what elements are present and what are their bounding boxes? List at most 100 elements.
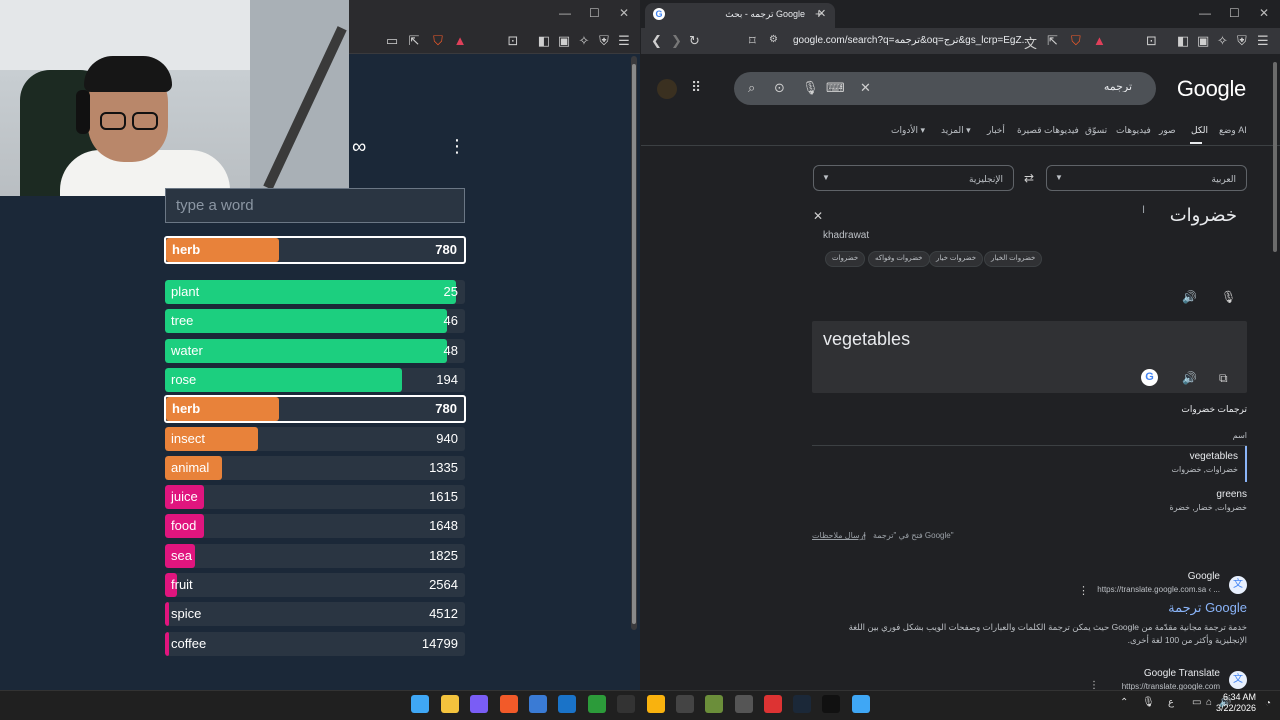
app-icon[interactable] [647, 695, 665, 713]
copy-icon[interactable]: ⧉ [1219, 371, 1228, 386]
result1-site[interactable]: Google [1188, 571, 1220, 582]
forward-icon[interactable]: ❯ [671, 33, 682, 49]
notifications-icon[interactable]: ◔ [1265, 698, 1271, 709]
word-input[interactable] [165, 188, 465, 223]
left-scrollbar-thumb[interactable] [632, 64, 636, 624]
minimize-icon[interactable]: — [1199, 6, 1211, 20]
share-icon[interactable]: ⇱ [406, 33, 422, 49]
search-box[interactable] [734, 72, 1156, 105]
brave-rewards-icon[interactable]: ▲ [452, 33, 468, 49]
google-g-icon[interactable]: G [1141, 369, 1158, 386]
target-listen-icon[interactable]: 🔊 [1182, 371, 1197, 385]
suggestion-chip[interactable]: خضروات [825, 251, 866, 267]
minimize-icon[interactable]: — [559, 6, 571, 20]
bookmark-icon[interactable]: ⌑ [749, 33, 756, 49]
tray-display-icon[interactable]: ▭ [1192, 697, 1201, 708]
brave-rewards-icon[interactable]: ▲ [1093, 33, 1106, 48]
search-tab[interactable]: وضع AI [1219, 125, 1247, 136]
store-icon[interactable] [529, 695, 547, 713]
network-icon[interactable]: ⌂ [1206, 697, 1212, 708]
translation-word[interactable]: vegetables [1190, 451, 1238, 462]
clear-source-icon[interactable]: ✕ [813, 209, 823, 223]
target-language-select[interactable]: الإنجليزية ▼ [813, 165, 1014, 191]
close-icon[interactable]: ✕ [619, 6, 629, 20]
minecraft-icon[interactable] [705, 695, 723, 713]
vpn-icon[interactable]: ⛨ [596, 33, 612, 49]
search-input[interactable] [872, 80, 1132, 92]
extensions-icon[interactable]: ✧ [576, 33, 592, 49]
wallet-icon[interactable]: ▣ [556, 33, 572, 49]
photos-icon[interactable] [852, 695, 870, 713]
brave-shield-icon[interactable]: ⛉ [1071, 33, 1081, 49]
clear-search-icon[interactable]: ✕ [860, 80, 871, 96]
search-tab[interactable]: الأدوات ▾ [891, 125, 925, 136]
open-in-translate-link[interactable]: فتح في "ترجمة Google" [873, 531, 954, 540]
feedback-link[interactable]: إرسال ملاحظات [812, 531, 866, 540]
search-icon[interactable]: ⌕ [748, 80, 755, 96]
back-icon[interactable]: ❮ [651, 33, 662, 49]
suggestion-chip[interactable]: خضروات الخيار [984, 251, 1043, 267]
source-language-select[interactable]: العربية ▼ [1046, 165, 1247, 191]
result1-url[interactable]: https://translate.google.com.sa ‹ ... [1097, 585, 1220, 594]
more-vert-icon[interactable]: ⋮ [448, 136, 466, 157]
cast-icon[interactable]: ▭ [384, 33, 400, 49]
maximize-icon[interactable]: ☐ [589, 6, 600, 20]
suggestion-chip[interactable]: خضروات وفواكه [868, 251, 930, 267]
right-scrollbar-thumb[interactable] [1273, 62, 1277, 252]
share-icon[interactable]: ⇱ [1047, 33, 1058, 49]
app-icon[interactable] [676, 695, 694, 713]
app-icon[interactable] [764, 695, 782, 713]
source-listen-icon[interactable]: 🔊 [1182, 290, 1197, 304]
lens-icon[interactable]: ⊙ [774, 80, 785, 96]
file-explorer-icon[interactable] [441, 695, 459, 713]
site-info-icon[interactable]: ⚙ [769, 34, 778, 45]
screenshot-icon[interactable]: ⊡ [1146, 33, 1157, 49]
translate-page-icon[interactable]: 文 [1024, 33, 1037, 52]
search-tab[interactable]: الكل [1191, 125, 1208, 136]
brave-icon[interactable] [500, 695, 518, 713]
result2-more-icon[interactable]: ⋮ [1089, 680, 1099, 690]
swap-languages-icon[interactable]: ⇄ [1024, 171, 1034, 185]
outlook-icon[interactable] [558, 695, 576, 713]
m365-icon[interactable] [470, 695, 488, 713]
browser-tab[interactable]: G ترجمه - بحث Google ✕ [645, 3, 835, 28]
menu-icon[interactable]: ☰ [1257, 33, 1269, 49]
search-tab[interactable]: فيديوهات قصيرة [1017, 125, 1079, 136]
sidebar-icon[interactable]: ◧ [1177, 33, 1189, 49]
google-icon[interactable] [617, 695, 635, 713]
steam-icon[interactable] [793, 695, 811, 713]
reload-icon[interactable]: ↻ [689, 33, 700, 49]
tray-mic-icon[interactable]: 🎙 [1142, 697, 1155, 708]
search-tab[interactable]: تسوّق [1085, 125, 1107, 136]
suggestion-chip[interactable]: خضروات خيار [929, 251, 984, 267]
mic-icon[interactable]: 🎙 [802, 80, 819, 96]
result1-title-link[interactable]: ترجمة Google [1168, 600, 1247, 616]
menu-icon[interactable]: ☰ [616, 33, 632, 49]
source-text[interactable]: خضروات [1170, 205, 1237, 226]
google-logo[interactable]: Google [1177, 76, 1246, 102]
input-language-indicator[interactable]: ع [1168, 697, 1174, 708]
taskbar-clock[interactable]: 6:34 AM 3/22/2026 [1216, 692, 1256, 714]
screenshot-icon[interactable]: ⊡ [505, 33, 521, 49]
search-tab[interactable]: أخبار [987, 125, 1005, 136]
close-icon[interactable]: ✕ [1259, 6, 1269, 20]
start-icon[interactable] [411, 695, 429, 713]
app-icon[interactable] [735, 695, 753, 713]
search-tab[interactable]: فيديوهات [1116, 125, 1151, 136]
result2-site[interactable]: Google Translate [1144, 668, 1220, 679]
xbox-icon[interactable] [588, 695, 606, 713]
epic-games-icon[interactable] [822, 695, 840, 713]
translation-word[interactable]: greens [1216, 489, 1247, 500]
source-mic-icon[interactable]: 🎙 [1221, 290, 1236, 304]
extensions-icon[interactable]: ✧ [1217, 33, 1228, 49]
tray-chevron-icon[interactable]: ⌃ [1120, 697, 1128, 708]
sidebar-icon[interactable]: ◧ [536, 33, 552, 49]
vpn-icon[interactable]: ⛨ [1237, 33, 1247, 49]
apps-grid-icon[interactable]: ⠿ [691, 79, 701, 96]
brave-shield-icon[interactable]: ⛉ [430, 33, 446, 49]
search-tab[interactable]: صور [1159, 125, 1176, 136]
keyboard-icon[interactable]: ⌨ [826, 80, 845, 96]
result1-more-icon[interactable]: ⋮ [1078, 584, 1089, 597]
avatar[interactable] [657, 79, 677, 99]
new-tab-icon[interactable]: + [815, 6, 823, 21]
